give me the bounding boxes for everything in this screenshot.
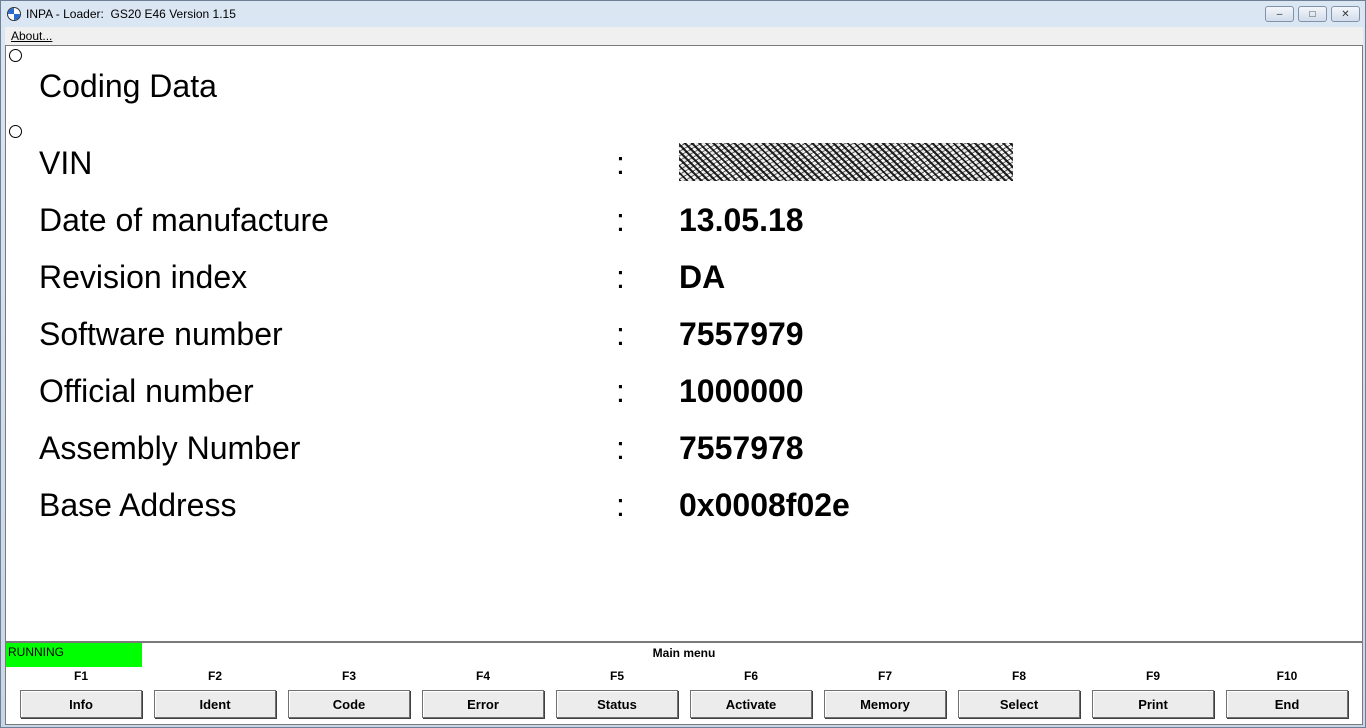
row-value: 1000000 bbox=[679, 373, 804, 409]
menu-bar: About... bbox=[5, 27, 1363, 45]
row-value: 7557979 bbox=[679, 316, 804, 352]
row-label: Software number bbox=[39, 316, 283, 352]
fkey-label: F6 bbox=[743, 669, 758, 683]
row-separator: : bbox=[616, 487, 625, 523]
row-value: 0x0008f02e bbox=[679, 487, 850, 523]
data-row-revision: Revision index : DA bbox=[39, 259, 1339, 299]
row-label: Date of manufacture bbox=[39, 202, 329, 238]
error-button[interactable]: Error bbox=[422, 690, 544, 718]
function-key-panel: RUNNING Main menu F1 Info F2 Ident F3 Co… bbox=[5, 642, 1363, 725]
select-button[interactable]: Select bbox=[958, 690, 1080, 718]
app-window: INPA - Loader: GS20 E46 Version 1.15 – □… bbox=[0, 0, 1366, 728]
minimize-icon: – bbox=[1276, 8, 1283, 20]
memory-button[interactable]: Memory bbox=[824, 690, 946, 718]
fkey-f9: F9 Print bbox=[1092, 668, 1214, 724]
maximize-button[interactable]: □ bbox=[1298, 6, 1327, 22]
fkey-label: F4 bbox=[475, 669, 490, 683]
row-separator: : bbox=[616, 259, 625, 295]
vin-value-obscured bbox=[679, 143, 1013, 181]
row-separator: : bbox=[616, 430, 625, 466]
row-label: Official number bbox=[39, 373, 254, 409]
status-button[interactable]: Status bbox=[556, 690, 678, 718]
radio-button-1[interactable] bbox=[9, 49, 22, 62]
close-icon: ✕ bbox=[1341, 8, 1350, 20]
bmw-logo-icon[interactable] bbox=[7, 7, 21, 21]
fkey-f10: F10 End bbox=[1226, 668, 1348, 724]
data-row-vin: VIN : bbox=[39, 143, 1339, 185]
data-row-date: Date of manufacture : 13.05.18 bbox=[39, 202, 1339, 242]
window-title: INPA - Loader: GS20 E46 Version 1.15 bbox=[26, 7, 236, 21]
radio-button-2[interactable] bbox=[9, 125, 22, 138]
fkey-f3: F3 Code bbox=[288, 668, 410, 724]
fkey-f4: F4 Error bbox=[422, 668, 544, 724]
row-value: 7557978 bbox=[679, 430, 804, 466]
data-row-official: Official number : 1000000 bbox=[39, 373, 1339, 413]
minimize-button[interactable]: – bbox=[1265, 6, 1294, 22]
title-bar[interactable]: INPA - Loader: GS20 E46 Version 1.15 – □… bbox=[1, 1, 1365, 27]
end-button[interactable]: End bbox=[1226, 690, 1348, 718]
fkey-label: F3 bbox=[341, 669, 356, 683]
fkey-label: F2 bbox=[207, 669, 222, 683]
data-row-base-address: Base Address : 0x0008f02e bbox=[39, 487, 1339, 527]
row-separator: : bbox=[616, 145, 625, 181]
close-button[interactable]: ✕ bbox=[1331, 6, 1360, 22]
fkey-label: F7 bbox=[877, 669, 892, 683]
row-label: Base Address bbox=[39, 487, 237, 523]
fkey-f7: F7 Memory bbox=[824, 668, 946, 724]
row-label: Revision index bbox=[39, 259, 248, 295]
code-button[interactable]: Code bbox=[288, 690, 410, 718]
activate-button[interactable]: Activate bbox=[690, 690, 812, 718]
coding-data-panel: Coding Data VIN : Date of manufacture : … bbox=[5, 45, 1363, 642]
menu-title: Main menu bbox=[652, 646, 716, 660]
ident-button[interactable]: Ident bbox=[154, 690, 276, 718]
print-button[interactable]: Print bbox=[1092, 690, 1214, 718]
fkey-f8: F8 Select bbox=[958, 668, 1080, 724]
row-value: 13.05.18 bbox=[679, 202, 804, 238]
page-title: Coding Data bbox=[39, 68, 217, 104]
fkey-label: F1 bbox=[73, 669, 88, 683]
row-label: Assembly Number bbox=[39, 430, 301, 466]
fkey-label: F9 bbox=[1145, 669, 1160, 683]
fkey-label: F5 bbox=[609, 669, 624, 683]
fkey-label: F10 bbox=[1276, 669, 1298, 683]
menu-item-about[interactable]: About... bbox=[11, 29, 52, 43]
row-separator: : bbox=[616, 202, 625, 238]
maximize-icon: □ bbox=[1309, 8, 1316, 20]
row-label: VIN bbox=[39, 145, 93, 181]
fkey-f6: F6 Activate bbox=[690, 668, 812, 724]
fkey-f2: F2 Ident bbox=[154, 668, 276, 724]
fkey-label: F8 bbox=[1011, 669, 1026, 683]
info-button[interactable]: Info bbox=[20, 690, 142, 718]
data-row-software: Software number : 7557979 bbox=[39, 316, 1339, 356]
function-key-bar: F1 Info F2 Ident F3 Code F4 Error F5 Sta… bbox=[6, 668, 1362, 724]
fkey-f5: F5 Status bbox=[556, 668, 678, 724]
row-value: DA bbox=[679, 259, 726, 295]
data-row-assembly: Assembly Number : 7557978 bbox=[39, 430, 1339, 470]
row-separator: : bbox=[616, 316, 625, 352]
row-separator: : bbox=[616, 373, 625, 409]
fkey-f1: F1 Info bbox=[20, 668, 142, 724]
